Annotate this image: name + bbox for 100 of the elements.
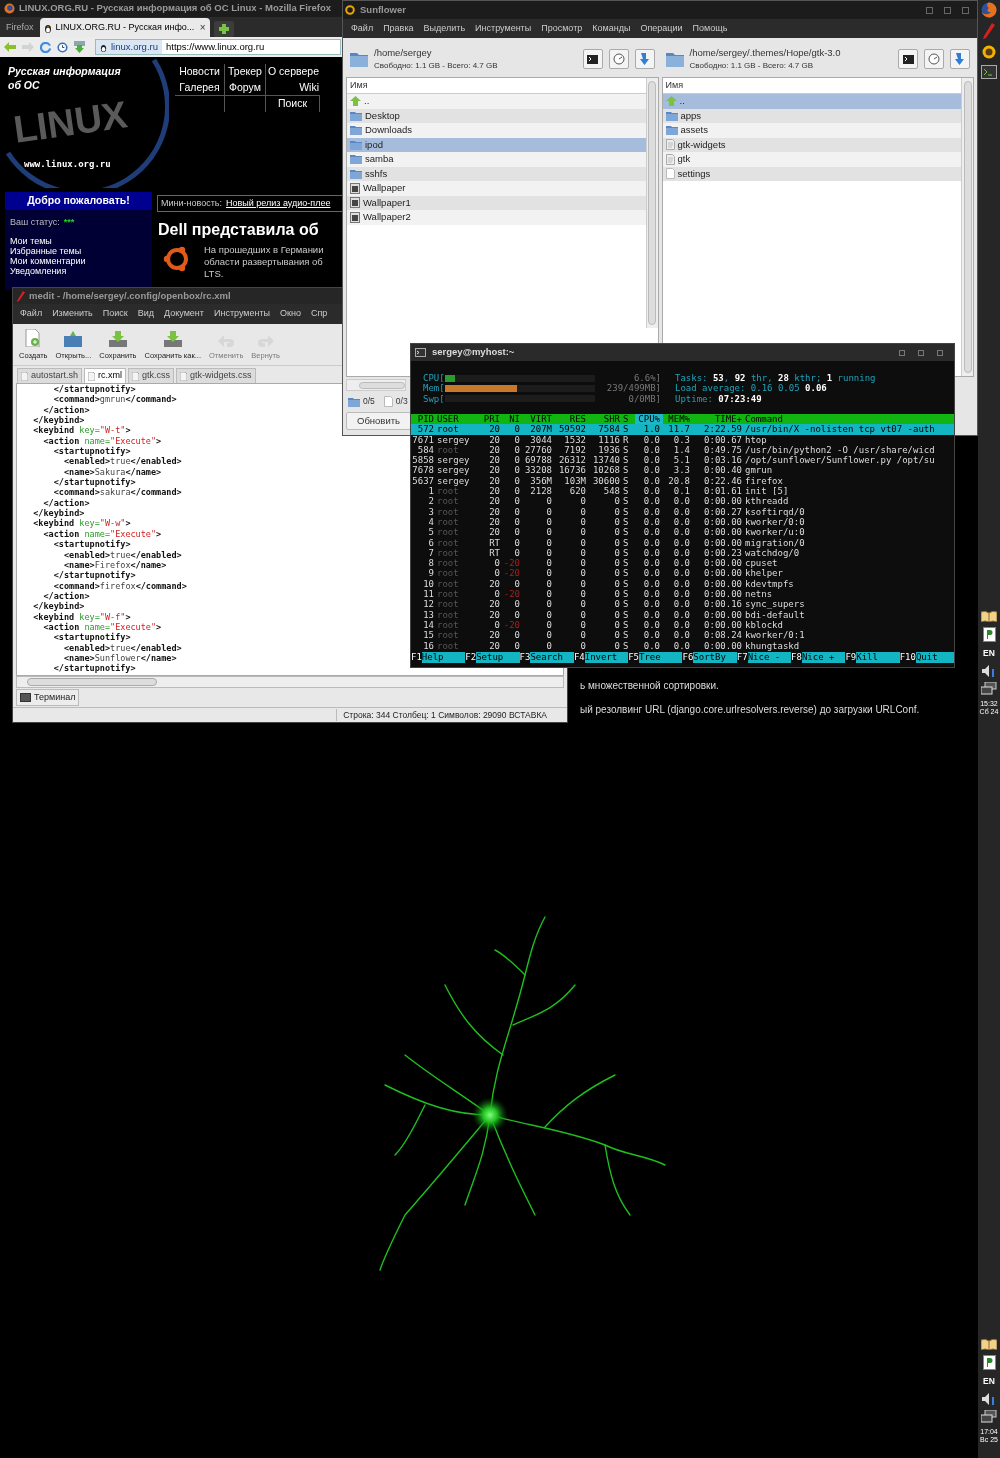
speaker-icon[interactable]: [982, 664, 996, 677]
process-row[interactable]: 5 root 20 0 0 0 0 S 0.0 0.0 0:00.00 kworker/u:0: [411, 527, 954, 538]
process-row[interactable]: 10 root 20 0 0 0 0 S 0.0 0.0 0:00.00 kdevtmpfs: [411, 578, 954, 590]
function-key-button[interactable]: Setup: [476, 652, 520, 663]
arrow-button[interactable]: [634, 49, 655, 69]
column-header[interactable]: CPU%: [635, 414, 663, 425]
function-key-button[interactable]: Search: [530, 652, 574, 663]
file-tab[interactable]: autostart.sh: [17, 368, 83, 383]
menu-item[interactable]: Файл: [351, 21, 374, 36]
file-tab[interactable]: gtk-widgets.css: [176, 368, 256, 383]
process-row[interactable]: 2 root 20 0 0 0 0 S 0.0 0.0 0:00.00 kthreadd: [411, 496, 954, 507]
nav-link[interactable]: Форум: [229, 81, 261, 93]
function-key-button[interactable]: Invert: [584, 652, 629, 663]
nav-link[interactable]: О сервере: [268, 65, 319, 77]
download-icon[interactable]: [74, 41, 85, 53]
column-header[interactable]: VIRT: [523, 414, 555, 425]
refresh-button[interactable]: Обновить: [346, 412, 411, 430]
keyboard-layout-indicator[interactable]: EN: [983, 647, 995, 660]
column-header[interactable]: PID: [411, 414, 437, 425]
column-header[interactable]: PRI: [481, 414, 503, 425]
function-key-button[interactable]: Nice -: [747, 652, 792, 663]
function-key-button[interactable]: Kill: [856, 652, 900, 663]
column-header[interactable]: Command: [745, 414, 954, 425]
browser-icon[interactable]: [981, 2, 997, 18]
process-row[interactable]: 572 root 20 0 207M 59592 7584 S 1.0 11.7 2:22.59 /usr/bin/X -nolisten tcp vt07 -auth: [411, 424, 954, 435]
file-row[interactable]: samba: [347, 152, 646, 167]
terminal-tab[interactable]: Терминал: [16, 689, 80, 706]
menu-item[interactable]: Выделить: [423, 21, 466, 36]
minimize-button[interactable]: [926, 6, 933, 14]
process-row[interactable]: 12 root 20 0 0 0 0 S 0.0 0.0 0:00.16 sync_supers: [411, 599, 954, 610]
minimize-button[interactable]: [899, 349, 905, 356]
menu-item[interactable]: Окно: [280, 307, 301, 321]
nav-link[interactable]: Wiki: [299, 81, 319, 93]
nav-link[interactable]: Поиск: [277, 97, 308, 109]
column-header[interactable]: S: [623, 414, 635, 425]
nav-link[interactable]: Новости: [179, 65, 220, 77]
process-row[interactable]: 3 root 20 0 0 0 0 S 0.0 0.0 0:00.27 ksoftirqd/0: [411, 506, 954, 517]
speaker-icon[interactable]: [982, 1392, 996, 1405]
horizontal-scrollbar[interactable]: [16, 676, 564, 688]
vertical-scrollbar[interactable]: [961, 78, 973, 376]
menu-item[interactable]: Изменить: [52, 307, 93, 321]
book-icon[interactable]: [981, 1338, 997, 1350]
site-identity-button[interactable]: linux.org.ru: [96, 40, 162, 54]
menu-item[interactable]: Правка: [383, 21, 414, 36]
menu-item[interactable]: Поиск: [102, 307, 128, 321]
pencil-icon[interactable]: [983, 23, 995, 39]
column-header[interactable]: USER: [437, 414, 481, 425]
process-row[interactable]: 5858 sergey 20 0 69788 26312 13740 S 0.0 5.1 0:03.16 /opt/sunflower/Sunflower.py /opt/su: [411, 455, 954, 466]
close-button[interactable]: [962, 6, 969, 14]
file-tab[interactable]: gtk.css: [128, 368, 175, 383]
menu-item[interactable]: Спр: [311, 307, 328, 321]
process-row[interactable]: 6 root RT 0 0 0 0 S 0.0 0.0 0:00.00 migration/0: [411, 537, 954, 548]
process-row[interactable]: 4 root 20 0 0 0 0 S 0.0 0.0 0:00.00 kworker/0:0: [411, 516, 954, 528]
arrow-button[interactable]: [950, 49, 970, 69]
app-menu-button[interactable]: Firefox: [4, 19, 36, 37]
process-row[interactable]: 5637 sergey 20 0 356M 103M 30600 S 0.0 20.8 0:22.46 firefox: [411, 475, 954, 487]
browser-tab[interactable]: LINUX.ORG.RU - Русская инфо... ×: [39, 18, 210, 37]
column-header[interactable]: NI: [503, 414, 523, 425]
file-row[interactable]: Wallpaper2: [347, 210, 646, 225]
process-row[interactable]: 15 root 20 0 0 0 0 S 0.0 0.0 0:08.24 kworker/0:1: [411, 630, 954, 641]
process-row[interactable]: 14 root 0 -20 0 0 0 S 0.0 0.0 0:00.00 kblockd: [411, 619, 954, 631]
menu-item[interactable]: Просмотр: [541, 21, 583, 36]
close-icon[interactable]: ×: [199, 20, 206, 35]
terminal-icon[interactable]: [981, 65, 997, 79]
maximize-button[interactable]: [944, 6, 951, 14]
column-header[interactable]: RES: [555, 414, 589, 425]
process-row[interactable]: 11 root 0 -20 0 0 0 S 0.0 0.0 0:00.00 netns: [411, 589, 954, 600]
process-row[interactable]: 7 root RT 0 0 0 0 S 0.0 0.0 0:00.23 watchdog/0: [411, 547, 954, 559]
new-tab-button[interactable]: [213, 21, 234, 37]
menu-item[interactable]: Помощь: [692, 21, 728, 36]
column-header[interactable]: MEM%: [663, 414, 693, 425]
address-field[interactable]: linux.org.ru https://www.linux.org.ru: [95, 39, 341, 55]
file-row[interactable]: Wallpaper: [347, 181, 646, 196]
reload-icon[interactable]: [40, 41, 51, 53]
menu-item[interactable]: Команды: [592, 21, 631, 36]
file-row[interactable]: ..: [347, 94, 646, 109]
vertical-scrollbar[interactable]: [645, 78, 658, 328]
file-tab[interactable]: rc.xml: [84, 368, 127, 383]
gauge-button[interactable]: [924, 49, 944, 69]
process-row[interactable]: 9 root 0 -20 0 0 0 S 0.0 0.0 0:00.00 khelper: [411, 568, 954, 579]
menu-item[interactable]: Инструменты: [213, 307, 271, 321]
horizontal-scrollbar[interactable]: [346, 379, 406, 391]
column-header[interactable]: TIME+: [693, 414, 745, 425]
sidebar-link[interactable]: Избранные темы: [10, 245, 147, 256]
sidebar-link[interactable]: Мои темы: [10, 235, 147, 246]
menu-item[interactable]: Операции: [640, 21, 683, 36]
nav-link[interactable]: Трекер: [228, 65, 262, 77]
maximize-button[interactable]: [918, 349, 924, 356]
process-row[interactable]: 584 root 20 0 27760 7192 1936 S 0.0 1.4 0:49.75 /usr/bin/python2 -O /usr/share/wicd: [411, 444, 954, 456]
file-row[interactable]: ..: [662, 94, 961, 109]
process-row[interactable]: 1 root 20 0 2128 620 548 S 0.0 0.1 0:01.61 init [5]: [411, 486, 954, 497]
close-button[interactable]: [937, 349, 943, 356]
sidebar-link[interactable]: Уведомления: [10, 265, 147, 276]
flower-icon[interactable]: [981, 44, 997, 60]
process-row[interactable]: 7678 sergey 20 0 33208 16736 10268 S 0.0 3.3 0:00.40 gmrun: [411, 465, 954, 476]
book-icon[interactable]: [981, 610, 997, 622]
gauge-button[interactable]: [608, 49, 629, 69]
process-row[interactable]: 8 root 0 -20 0 0 0 S 0.0 0.0 0:00.00 cpuset: [411, 558, 954, 569]
menu-item[interactable]: Вид: [137, 307, 154, 321]
terminal-button[interactable]: [898, 49, 918, 69]
